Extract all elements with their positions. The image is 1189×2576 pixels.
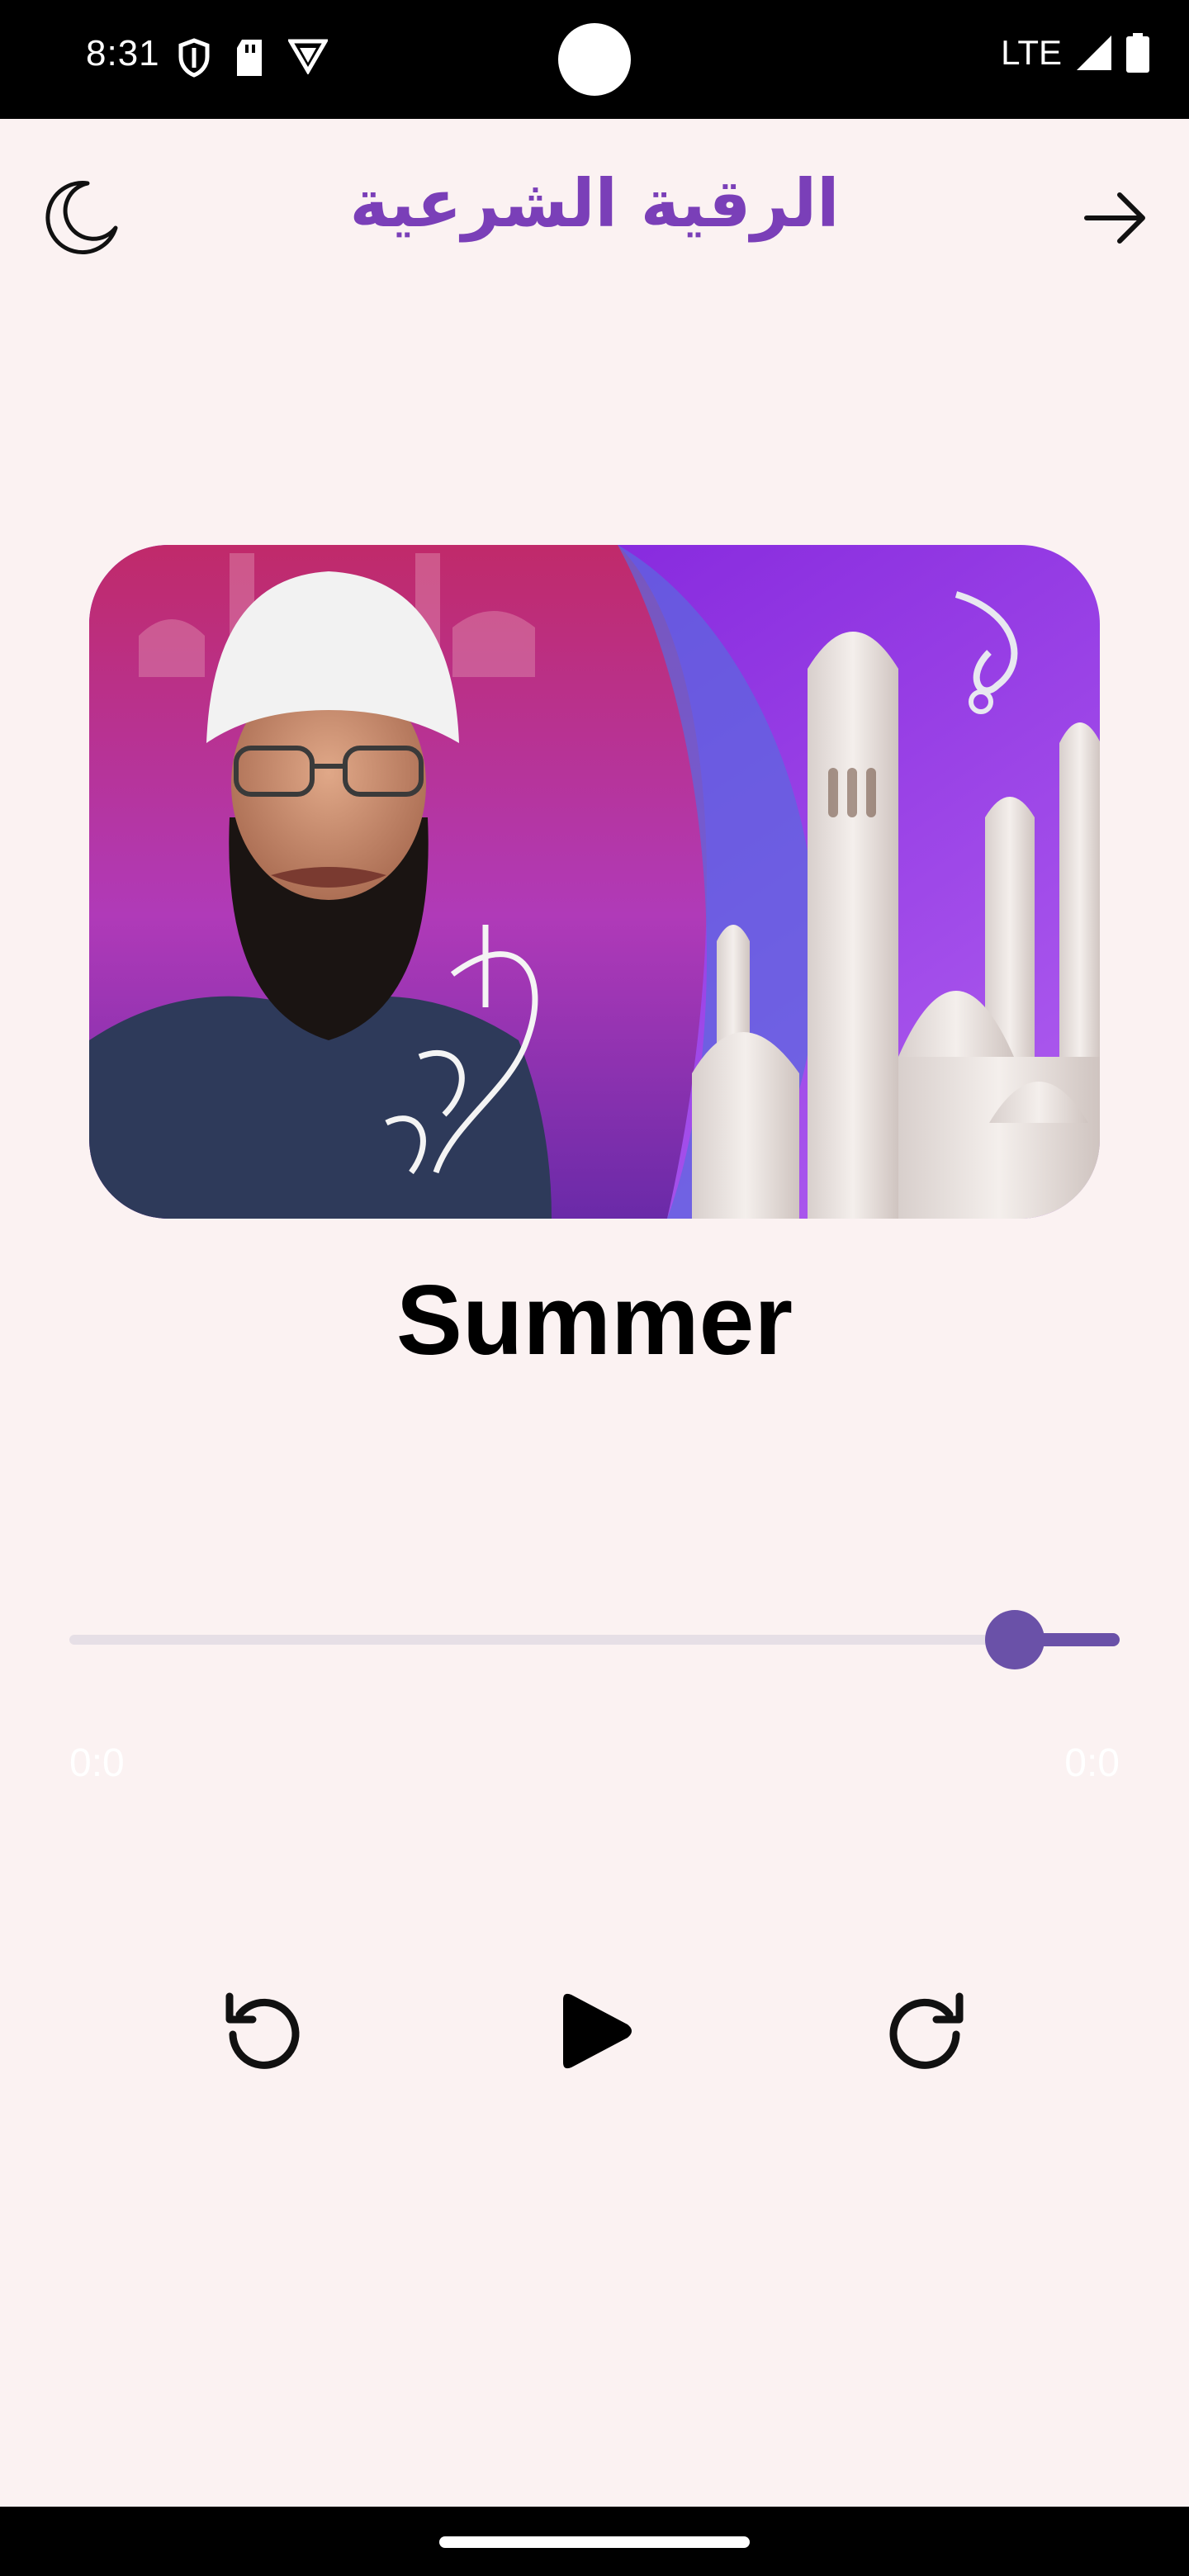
battery-icon <box>1126 33 1149 73</box>
album-artwork <box>89 545 1100 1219</box>
elapsed-time: 0:0 <box>69 1741 125 1785</box>
shield-icon <box>178 38 210 78</box>
navigation-bar <box>0 2507 1189 2576</box>
camera-cutout <box>558 23 631 96</box>
sd-card-icon <box>237 40 262 76</box>
replay-button[interactable] <box>215 1982 314 2081</box>
track-title: Summer <box>396 1265 793 1376</box>
replay-icon <box>225 1992 300 2069</box>
progress-slider[interactable] <box>69 1610 1120 1669</box>
status-icons-right: LTE <box>1001 33 1149 73</box>
status-time: 8:31 <box>86 33 160 73</box>
forward-icon <box>889 1992 964 2069</box>
back-button[interactable] <box>1073 177 1156 259</box>
home-indicator[interactable] <box>439 2536 750 2548</box>
vpn-icon <box>288 39 328 74</box>
slider-track <box>69 1635 1120 1645</box>
network-label: LTE <box>1001 33 1062 72</box>
play-icon <box>563 1993 632 2069</box>
status-icons-left <box>178 38 328 78</box>
arrow-forward-icon <box>1084 192 1145 244</box>
play-button[interactable] <box>545 1982 644 2081</box>
total-duration: 0:0 <box>1064 1741 1120 1785</box>
app-bar: الرقية الشرعية <box>0 119 1189 309</box>
page-title: الرقية الشرعية <box>349 165 840 242</box>
forward-button[interactable] <box>875 1982 974 2081</box>
slider-thumb[interactable] <box>985 1610 1045 1669</box>
status-bar: 8:31 LTE <box>0 0 1189 119</box>
artwork-image <box>89 545 1100 1219</box>
signal-icon <box>1077 36 1111 70</box>
